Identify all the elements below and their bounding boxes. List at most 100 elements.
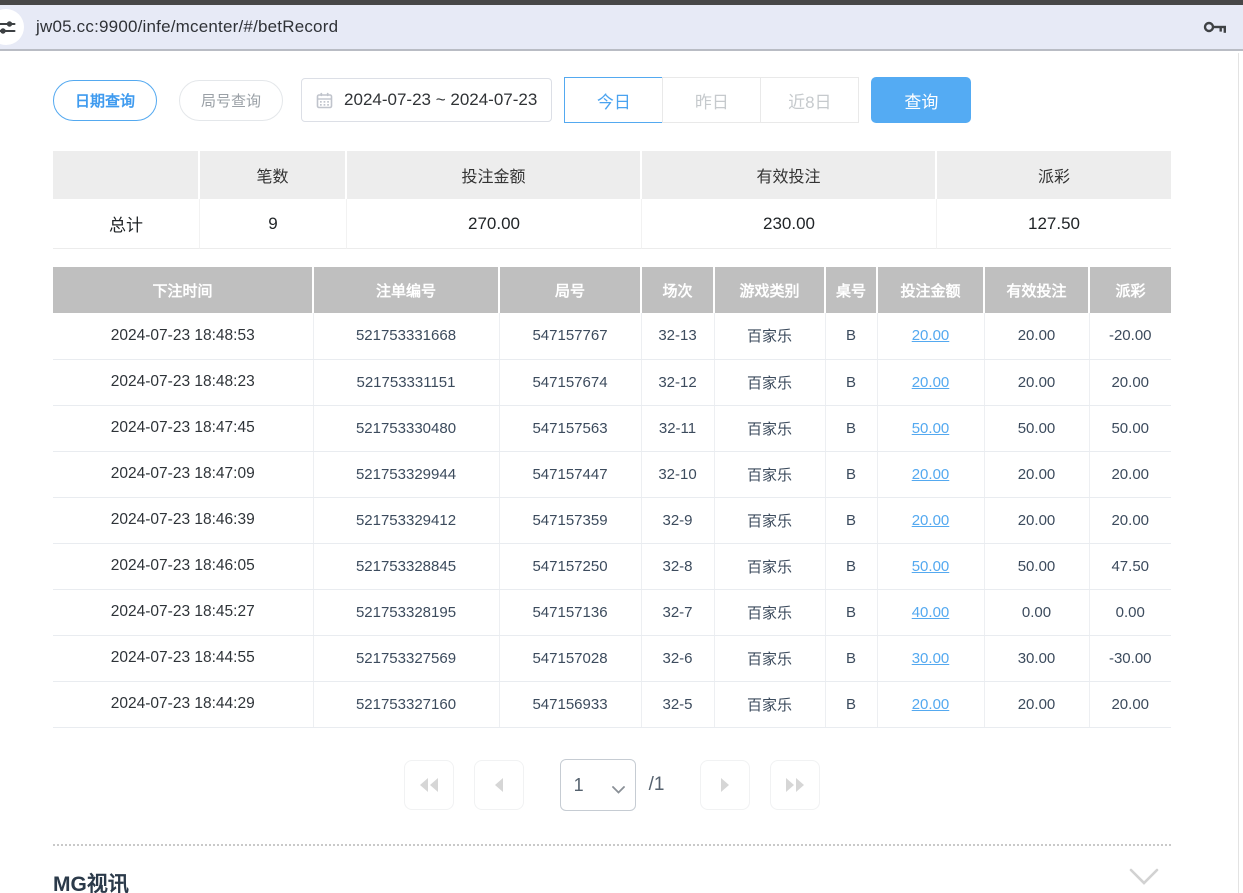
browser-url-bar[interactable]: jw05.cc:9900/infe/mcenter/#/betRecord (0, 5, 1243, 51)
date-query-tab[interactable]: 日期查询 (53, 80, 157, 121)
round-no-cell: 547157359 (499, 497, 641, 543)
valid-bet-cell: 20.00 (984, 451, 1089, 497)
bet-time-cell: 2024-07-23 18:45:27 (53, 589, 313, 635)
bet-time-cell: 2024-07-23 18:46:05 (53, 543, 313, 589)
bet-amount-cell: 20.00 (877, 497, 984, 543)
scrollbar-track[interactable] (1238, 53, 1239, 893)
search-button[interactable]: 查询 (871, 77, 971, 123)
table-no-cell: B (825, 313, 877, 359)
bet-table-header-row: 下注时间 注单编号 局号 场次 游戏类别 桌号 投注金额 有效投注 派彩 (53, 267, 1171, 313)
header-table-no: 桌号 (825, 267, 877, 313)
bet-amount-link[interactable]: 20.00 (912, 327, 950, 344)
valid-bet-cell: 50.00 (984, 405, 1089, 451)
game-type-cell: 百家乐 (714, 681, 825, 727)
last-page-button[interactable] (770, 760, 820, 810)
right-arrow-icon (719, 777, 731, 793)
summary-total-valid-bet: 230.00 (642, 199, 937, 249)
bet-amount-cell: 20.00 (877, 313, 984, 359)
section-divider (53, 844, 1171, 846)
bet-no-cell: 521753329412 (313, 497, 499, 543)
game-type-cell: 百家乐 (714, 359, 825, 405)
today-button[interactable]: 今日 (564, 77, 663, 123)
bet-amount-link[interactable]: 20.00 (912, 512, 950, 529)
url-text[interactable]: jw05.cc:9900/infe/mcenter/#/betRecord (36, 17, 338, 37)
summary-header-count: 笔数 (200, 151, 347, 199)
summary-header-blank (53, 151, 200, 199)
header-session: 场次 (641, 267, 714, 313)
section-title: MG视讯 (53, 868, 129, 893)
table-row: 2024-07-23 18:48:53 521753331668 5471577… (53, 313, 1171, 359)
valid-bet-cell: 20.00 (984, 681, 1089, 727)
bet-record-table: 下注时间 注单编号 局号 场次 游戏类别 桌号 投注金额 有效投注 派彩 202… (53, 267, 1171, 728)
table-row: 2024-07-23 18:46:05 521753328845 5471572… (53, 543, 1171, 589)
header-round-no: 局号 (499, 267, 641, 313)
summary-header-bet-amount: 投注金额 (347, 151, 642, 199)
valid-bet-cell: 0.00 (984, 589, 1089, 635)
bet-amount-link[interactable]: 50.00 (912, 420, 950, 437)
first-page-button[interactable] (404, 760, 454, 810)
bet-no-cell: 521753329944 (313, 451, 499, 497)
session-cell: 32-9 (641, 497, 714, 543)
prev-page-button[interactable] (474, 760, 524, 810)
bet-amount-link[interactable]: 20.00 (912, 696, 950, 713)
round-no-cell: 547157028 (499, 635, 641, 681)
table-no-cell: B (825, 635, 877, 681)
game-type-cell: 百家乐 (714, 497, 825, 543)
page-total-label: /1 (649, 774, 665, 796)
table-row: 2024-07-23 18:44:29 521753327160 5471569… (53, 681, 1171, 727)
mg-video-section-header[interactable]: MG视讯 (53, 868, 1171, 893)
session-cell: 32-12 (641, 359, 714, 405)
quick-range-group: 今日 昨日 近8日 (564, 77, 859, 123)
game-type-cell: 百家乐 (714, 405, 825, 451)
left-arrow-icon (493, 777, 505, 793)
bet-amount-link[interactable]: 20.00 (912, 466, 950, 483)
bet-amount-link[interactable]: 30.00 (912, 650, 950, 667)
bet-time-cell: 2024-07-23 18:47:09 (53, 451, 313, 497)
bet-no-cell: 521753331668 (313, 313, 499, 359)
session-cell: 32-7 (641, 589, 714, 635)
last8days-button[interactable]: 近8日 (760, 77, 859, 123)
yesterday-button[interactable]: 昨日 (662, 77, 761, 123)
bet-time-cell: 2024-07-23 18:44:55 (53, 635, 313, 681)
summary-header-row: 笔数 投注金额 有效投注 派彩 (53, 151, 1171, 199)
bet-time-cell: 2024-07-23 18:48:23 (53, 359, 313, 405)
page-select[interactable]: 1 (560, 759, 636, 811)
key-icon[interactable] (1203, 19, 1227, 35)
bet-time-cell: 2024-07-23 18:44:29 (53, 681, 313, 727)
session-cell: 32-6 (641, 635, 714, 681)
header-bet-time: 下注时间 (53, 267, 313, 313)
table-no-cell: B (825, 589, 877, 635)
payout-cell: -20.00 (1089, 313, 1171, 359)
bet-no-cell: 521753331151 (313, 359, 499, 405)
bet-amount-cell: 50.00 (877, 543, 984, 589)
tune-icon[interactable] (0, 9, 24, 45)
table-no-cell: B (825, 405, 877, 451)
bet-no-cell: 521753328195 (313, 589, 499, 635)
table-row: 2024-07-23 18:47:45 521753330480 5471575… (53, 405, 1171, 451)
table-no-cell: B (825, 681, 877, 727)
round-query-tab[interactable]: 局号查询 (179, 80, 283, 121)
bet-amount-link[interactable]: 20.00 (912, 374, 950, 391)
table-no-cell: B (825, 497, 877, 543)
table-no-cell: B (825, 451, 877, 497)
chevron-down-icon[interactable] (1129, 868, 1159, 886)
bet-amount-cell: 20.00 (877, 451, 984, 497)
bet-amount-cell: 40.00 (877, 589, 984, 635)
date-range-input[interactable]: 2024-07-23 ~ 2024-07-23 (301, 78, 552, 122)
double-right-arrow-icon (784, 777, 806, 793)
payout-cell: 47.50 (1089, 543, 1171, 589)
game-type-cell: 百家乐 (714, 635, 825, 681)
bet-no-cell: 521753327160 (313, 681, 499, 727)
bet-amount-link[interactable]: 50.00 (912, 558, 950, 575)
game-type-cell: 百家乐 (714, 543, 825, 589)
header-bet-no: 注单编号 (313, 267, 499, 313)
header-bet-amount: 投注金额 (877, 267, 984, 313)
session-cell: 32-13 (641, 313, 714, 359)
session-cell: 32-8 (641, 543, 714, 589)
round-no-cell: 547157674 (499, 359, 641, 405)
table-row: 2024-07-23 18:48:23 521753331151 5471576… (53, 359, 1171, 405)
bet-amount-link[interactable]: 40.00 (912, 604, 950, 621)
summary-total-count: 9 (200, 199, 347, 249)
table-row: 2024-07-23 18:46:39 521753329412 5471573… (53, 497, 1171, 543)
next-page-button[interactable] (700, 760, 750, 810)
